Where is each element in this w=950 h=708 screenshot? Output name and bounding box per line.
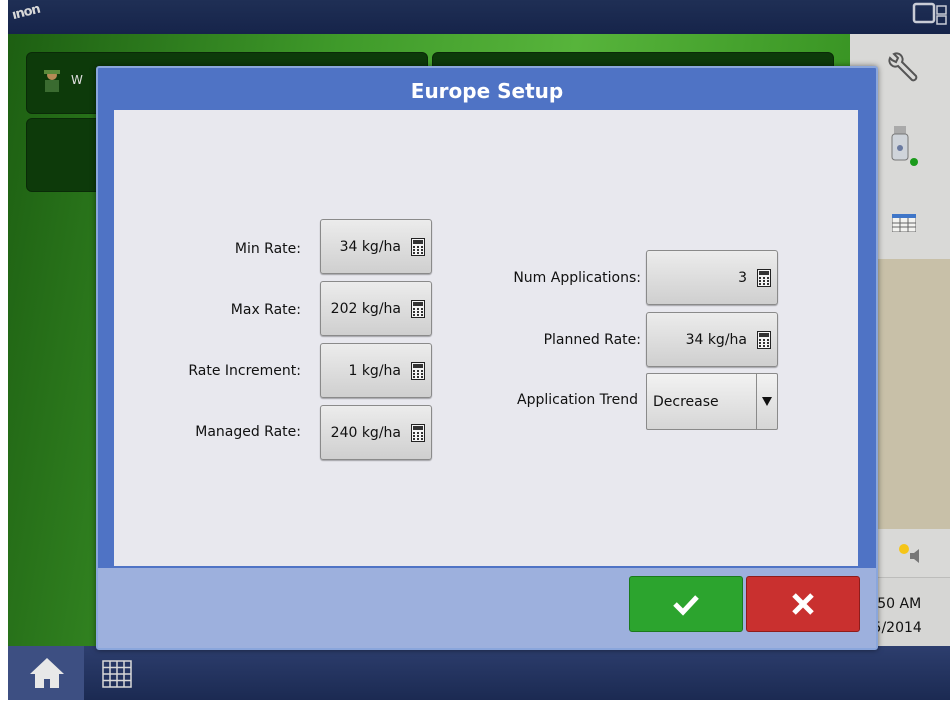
brightness-volume-icon (896, 541, 922, 569)
brand-logo: ınon (10, 1, 42, 24)
europe-setup-dialog: Europe Setup Min Rate: 34 kg/ha Max Rate… (96, 66, 878, 650)
display-toggle-icon[interactable] (910, 0, 950, 30)
calculator-icon (757, 268, 771, 287)
rate-increment-value: 1 kg/ha (348, 362, 401, 379)
calculator-icon (411, 237, 425, 256)
usb-drive-icon (890, 124, 920, 172)
dialog-body: Min Rate: 34 kg/ha Max Rate: 202 kg/ha R… (114, 110, 858, 566)
planned-rate-field[interactable]: 34 kg/ha (646, 312, 778, 367)
table-icon (891, 213, 917, 236)
max-rate-label: Max Rate: (230, 302, 301, 318)
num-applications-label: Num Applications: (513, 270, 641, 286)
calculator-icon (411, 361, 425, 380)
num-applications-value: 3 (738, 269, 747, 286)
max-rate-field[interactable]: 202 kg/ha (320, 281, 432, 336)
checkmark-icon (672, 591, 700, 621)
planned-rate-value: 34 kg/ha (685, 331, 747, 348)
x-icon (791, 592, 815, 620)
operator-label: W (71, 73, 83, 87)
min-rate-value: 34 kg/ha (339, 238, 401, 255)
cancel-button[interactable] (746, 576, 860, 632)
calculator-icon (411, 423, 425, 442)
managed-rate-label: Managed Rate: (195, 424, 301, 440)
confirm-button[interactable] (629, 576, 743, 632)
min-rate-field[interactable]: 34 kg/ha (320, 219, 432, 274)
min-rate-label: Min Rate: (234, 241, 301, 257)
calculator-icon (411, 299, 425, 318)
grid-icon (102, 660, 132, 692)
home-button[interactable] (8, 646, 84, 700)
managed-rate-value: 240 kg/ha (330, 424, 401, 441)
rate-increment-label: Rate Increment: (188, 363, 301, 379)
application-trend-value: Decrease (653, 393, 719, 410)
apps-grid-button[interactable] (88, 646, 158, 700)
operator-icon (41, 69, 63, 97)
display-screen: ınon W:34:50 AM 9/05/2014 Europe Setup … (8, 0, 950, 700)
planned-rate-label: Planned Rate: (543, 332, 641, 348)
application-trend-select[interactable]: Decrease (646, 373, 778, 430)
bottom-bar (8, 646, 950, 700)
managed-rate-field[interactable]: 240 kg/ha (320, 405, 432, 460)
max-rate-value: 202 kg/ha (330, 300, 401, 317)
top-bar: ınon (8, 0, 950, 34)
home-icon (28, 656, 66, 694)
calculator-icon (757, 330, 771, 349)
num-applications-field[interactable]: 3 (646, 250, 778, 305)
dropdown-arrow-icon (756, 374, 777, 429)
application-trend-label: Application Trend (517, 392, 638, 408)
dialog-title: Europe Setup (410, 79, 564, 103)
wrench-icon (884, 50, 920, 90)
rate-increment-field[interactable]: 1 kg/ha (320, 343, 432, 398)
